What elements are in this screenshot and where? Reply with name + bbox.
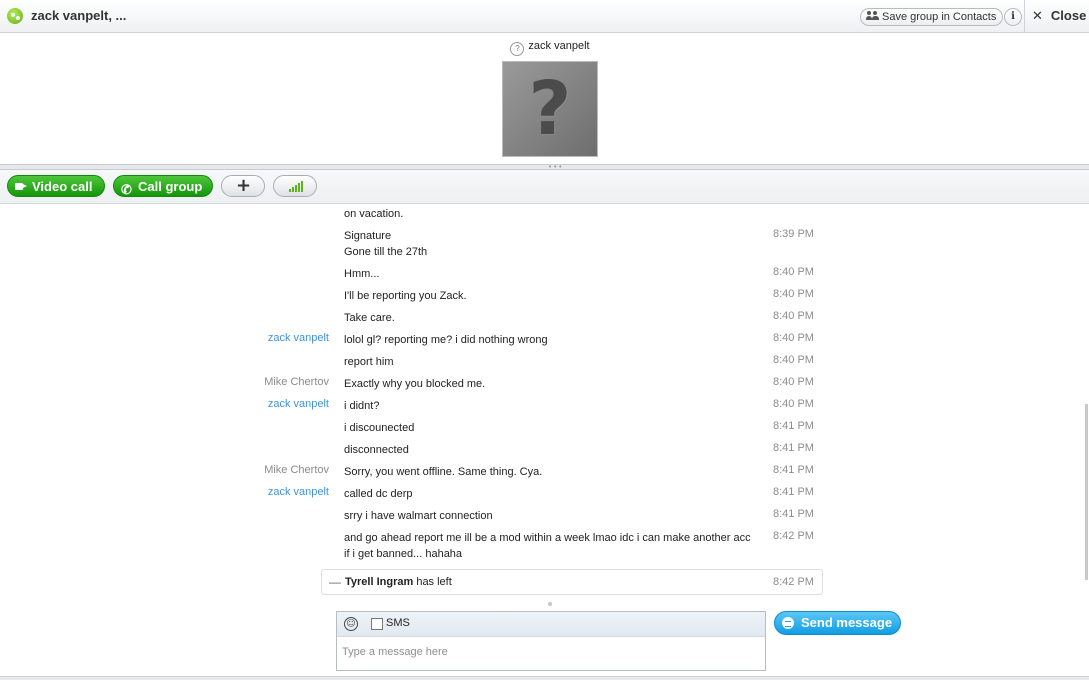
message-time: 8:41 PM xyxy=(773,508,814,520)
video-call-label: Video call xyxy=(32,179,93,194)
compose-toolbar: ☺ SMS xyxy=(337,612,765,637)
message-time: 8:41 PM xyxy=(773,486,814,498)
message-time: 8:40 PM xyxy=(773,266,814,278)
message-sender[interactable]: zack vanpelt xyxy=(268,398,329,410)
avatar[interactable]: ? xyxy=(502,61,598,157)
message-compose-box: ☺ SMS xyxy=(336,611,766,671)
scrollbar-thumb[interactable] xyxy=(1085,404,1088,580)
message-text: Hmm... xyxy=(344,268,380,280)
participant-left-event: — Tyrell Ingram has left 8:42 PM xyxy=(321,569,823,595)
call-group-button[interactable]: ✆ Call group xyxy=(113,175,213,197)
message-time: 8:42 PM xyxy=(773,530,814,542)
close-icon: ✕ xyxy=(1032,8,1043,23)
event-participant-name: Tyrell Ingram xyxy=(345,576,414,588)
save-group-button[interactable]: Save group in Contacts xyxy=(860,8,1004,26)
add-button[interactable]: + xyxy=(221,175,265,197)
message-text: Signature Gone till the 27th xyxy=(344,230,428,258)
message-sender[interactable]: zack vanpelt xyxy=(268,486,329,498)
event-time: 8:42 PM xyxy=(773,576,814,588)
message-text: srry i have walmart connection xyxy=(344,510,493,522)
signal-bars-icon xyxy=(289,181,305,192)
message-time: 8:40 PM xyxy=(773,288,814,300)
save-group-label: Save group in Contacts xyxy=(882,11,997,23)
emoticon-icon[interactable]: ☺ xyxy=(344,617,358,631)
message-text: I'll be reporting you Zack. xyxy=(344,290,467,302)
message-time: 8:40 PM xyxy=(773,398,814,410)
chat-scrollbar[interactable] xyxy=(1084,204,1089,604)
message-sender[interactable]: Mike Chertov xyxy=(264,376,329,388)
message-input[interactable] xyxy=(342,640,758,664)
message-text: disconnected xyxy=(344,444,409,456)
collapse-icon[interactable]: — xyxy=(329,575,341,589)
phone-icon: ✆ xyxy=(121,182,132,197)
chat-history[interactable]: on vacation. Signature Gone till the 27t… xyxy=(0,204,1089,604)
message-text: Exactly why you blocked me. xyxy=(344,378,486,390)
event-text: Tyrell Ingram has left xyxy=(345,576,452,588)
message-text: and go ahead report me ill be a mod with… xyxy=(344,532,751,560)
sms-checkbox[interactable] xyxy=(371,618,383,630)
contact-name[interactable]: zack vanpelt xyxy=(528,40,589,52)
title-bar: zack vanpelt, ... Save group in Contacts… xyxy=(0,0,1089,33)
profile-panel: ? zack vanpelt ? xyxy=(0,33,1089,164)
video-camera-icon xyxy=(15,183,27,190)
message-text: called dc derp xyxy=(344,488,413,500)
conversation-title: zack vanpelt, ... xyxy=(31,8,127,23)
bottom-border xyxy=(0,676,1089,680)
avatar-placeholder-icon: ? xyxy=(528,66,572,152)
video-call-button[interactable]: Video call xyxy=(7,175,105,197)
send-message-button[interactable]: Send message xyxy=(774,611,901,635)
info-button[interactable]: i xyxy=(1004,8,1022,26)
call-toolbar: Video call ✆ Call group + xyxy=(0,170,1089,204)
title-divider xyxy=(1024,0,1025,33)
message-time: 8:41 PM xyxy=(773,464,814,476)
close-label: Close xyxy=(1050,8,1087,23)
message-text: Sorry, you went offline. Same thing. Cya… xyxy=(344,466,543,478)
message-time: 8:40 PM xyxy=(773,376,814,388)
message-text: lolol gl? reporting me? i did nothing wr… xyxy=(344,334,548,346)
message-time: 8:41 PM xyxy=(773,420,814,432)
call-group-label: Call group xyxy=(138,179,203,194)
message-text: i discounected xyxy=(344,422,415,434)
message-text: on vacation. xyxy=(344,208,404,220)
message-time: 8:39 PM xyxy=(773,228,814,240)
message-sender[interactable]: zack vanpelt xyxy=(268,332,329,344)
plus-icon: + xyxy=(236,175,252,196)
message-time: 8:40 PM xyxy=(773,310,814,322)
chat-bubble-icon xyxy=(782,617,794,629)
event-action: has left xyxy=(413,576,452,588)
contact-name-row: ? zack vanpelt xyxy=(0,40,1089,56)
message-time: 8:41 PM xyxy=(773,442,814,454)
send-message-label: Send message xyxy=(801,615,893,630)
message-time: 8:40 PM xyxy=(773,354,814,366)
status-unknown-icon: ? xyxy=(510,42,525,56)
people-icon xyxy=(866,11,880,20)
message-time: 8:40 PM xyxy=(773,332,814,344)
close-button[interactable]: ✕ Close xyxy=(1032,8,1086,24)
message-text: Take care. xyxy=(344,312,395,324)
message-sender[interactable]: Mike Chertov xyxy=(264,464,329,476)
message-text: report him xyxy=(344,356,394,368)
skype-logo-icon xyxy=(7,8,23,24)
message-text: i didnt? xyxy=(344,400,380,412)
compose-resize-handle[interactable] xyxy=(548,602,552,606)
sms-label[interactable]: SMS xyxy=(386,617,410,629)
call-quality-button[interactable] xyxy=(273,175,317,197)
